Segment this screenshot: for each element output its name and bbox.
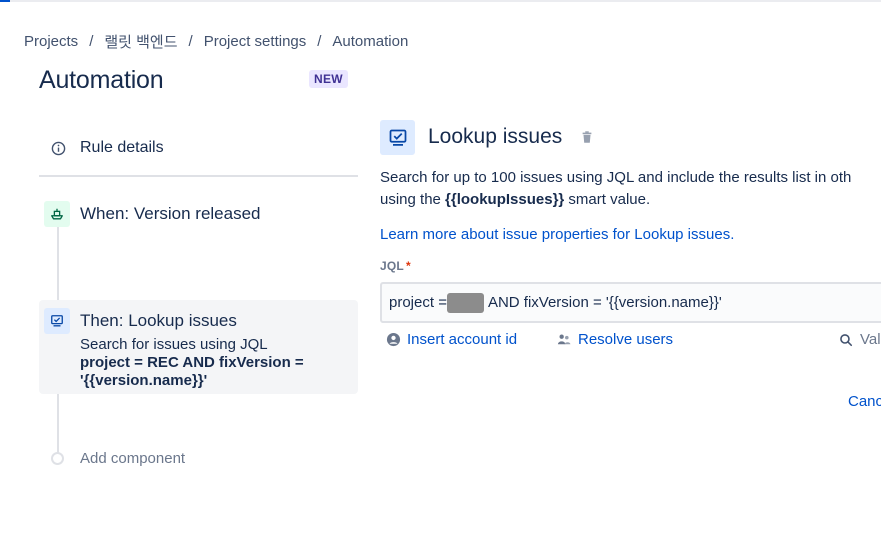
action-desc-query-cont: '{{version.name}}' <box>80 372 208 389</box>
people-icon <box>556 332 572 348</box>
lookup-issues-smart-value: {{lookupIssues}} <box>445 191 565 208</box>
action-description: Search for issues using JQL project = RE… <box>80 336 350 390</box>
validate-query-label: Val <box>860 331 881 348</box>
page-title: Automation <box>39 66 164 94</box>
breadcrumb-separator: / <box>188 33 193 50</box>
panel-title: Lookup issues <box>428 125 563 148</box>
jql-text-suffix: AND fixVersion = '{{version.name}}' <box>487 294 722 311</box>
rule-details-item[interactable]: Rule details <box>39 128 358 168</box>
panel-description-line1: Search for up to 100 issues using JQL an… <box>380 169 852 186</box>
panel-desc-suffix: smart value. <box>564 191 651 208</box>
breadcrumb: Projects / 랠릿 백엔드 / Project settings / A… <box>24 31 408 52</box>
top-bar-accent <box>0 0 10 2</box>
breadcrumb-projects[interactable]: Projects <box>24 33 78 50</box>
resolve-users-label: Resolve users <box>578 331 674 348</box>
version-ship-icon <box>44 201 70 227</box>
resolve-users-button[interactable]: Resolve users <box>556 331 673 348</box>
validate-query-button[interactable]: Val <box>838 331 881 348</box>
add-component-dot-icon <box>51 452 64 465</box>
cancel-button[interactable]: Canc <box>848 393 881 410</box>
trigger-label: When: Version released <box>80 204 261 223</box>
redacted-value <box>446 292 484 313</box>
insert-account-id-label: Insert account id <box>407 331 518 348</box>
breadcrumb-separator: / <box>89 33 94 50</box>
top-navigation-bar <box>0 0 881 2</box>
panel-description-line2: using the {{lookupIssues}} smart value. <box>380 191 650 208</box>
insert-account-id-button[interactable]: Insert account id <box>385 331 517 348</box>
monitor-check-icon <box>380 120 415 155</box>
add-component-button[interactable]: Add component <box>51 450 185 467</box>
trigger-item[interactable]: When: Version released <box>39 196 358 232</box>
jql-label: JQL * <box>380 259 411 273</box>
monitor-check-icon <box>44 308 70 334</box>
action-card-lookup-issues[interactable]: Then: Lookup issues Search for issues us… <box>39 300 358 394</box>
required-mark: * <box>405 259 411 273</box>
action-title: Then: Lookup issues <box>80 311 237 330</box>
learn-more-link[interactable]: Learn more about issue properties for Lo… <box>380 226 734 243</box>
breadcrumb-automation[interactable]: Automation <box>332 33 408 50</box>
rule-details-label: Rule details <box>80 139 164 156</box>
info-icon <box>50 140 66 156</box>
breadcrumb-project[interactable]: 랠릿 백엔드 <box>104 31 177 52</box>
panel-desc-prefix: using the <box>380 191 446 208</box>
action-desc-line: Search for issues using JQL <box>80 336 268 353</box>
add-component-label: Add component <box>80 450 186 467</box>
jql-text-prefix: project = <box>389 294 447 311</box>
jql-label-text: JQL <box>380 259 404 273</box>
breadcrumb-project-settings[interactable]: Project settings <box>204 33 307 50</box>
section-divider <box>39 175 358 177</box>
search-icon <box>838 332 854 348</box>
trash-icon[interactable] <box>580 130 594 144</box>
action-desc-query: project = REC AND fixVersion = <box>80 354 304 371</box>
new-badge: NEW <box>309 70 348 88</box>
breadcrumb-separator: / <box>317 33 322 50</box>
jql-input[interactable]: project = AND fixVersion = '{{version.na… <box>380 282 881 323</box>
user-circle-icon <box>385 332 401 348</box>
